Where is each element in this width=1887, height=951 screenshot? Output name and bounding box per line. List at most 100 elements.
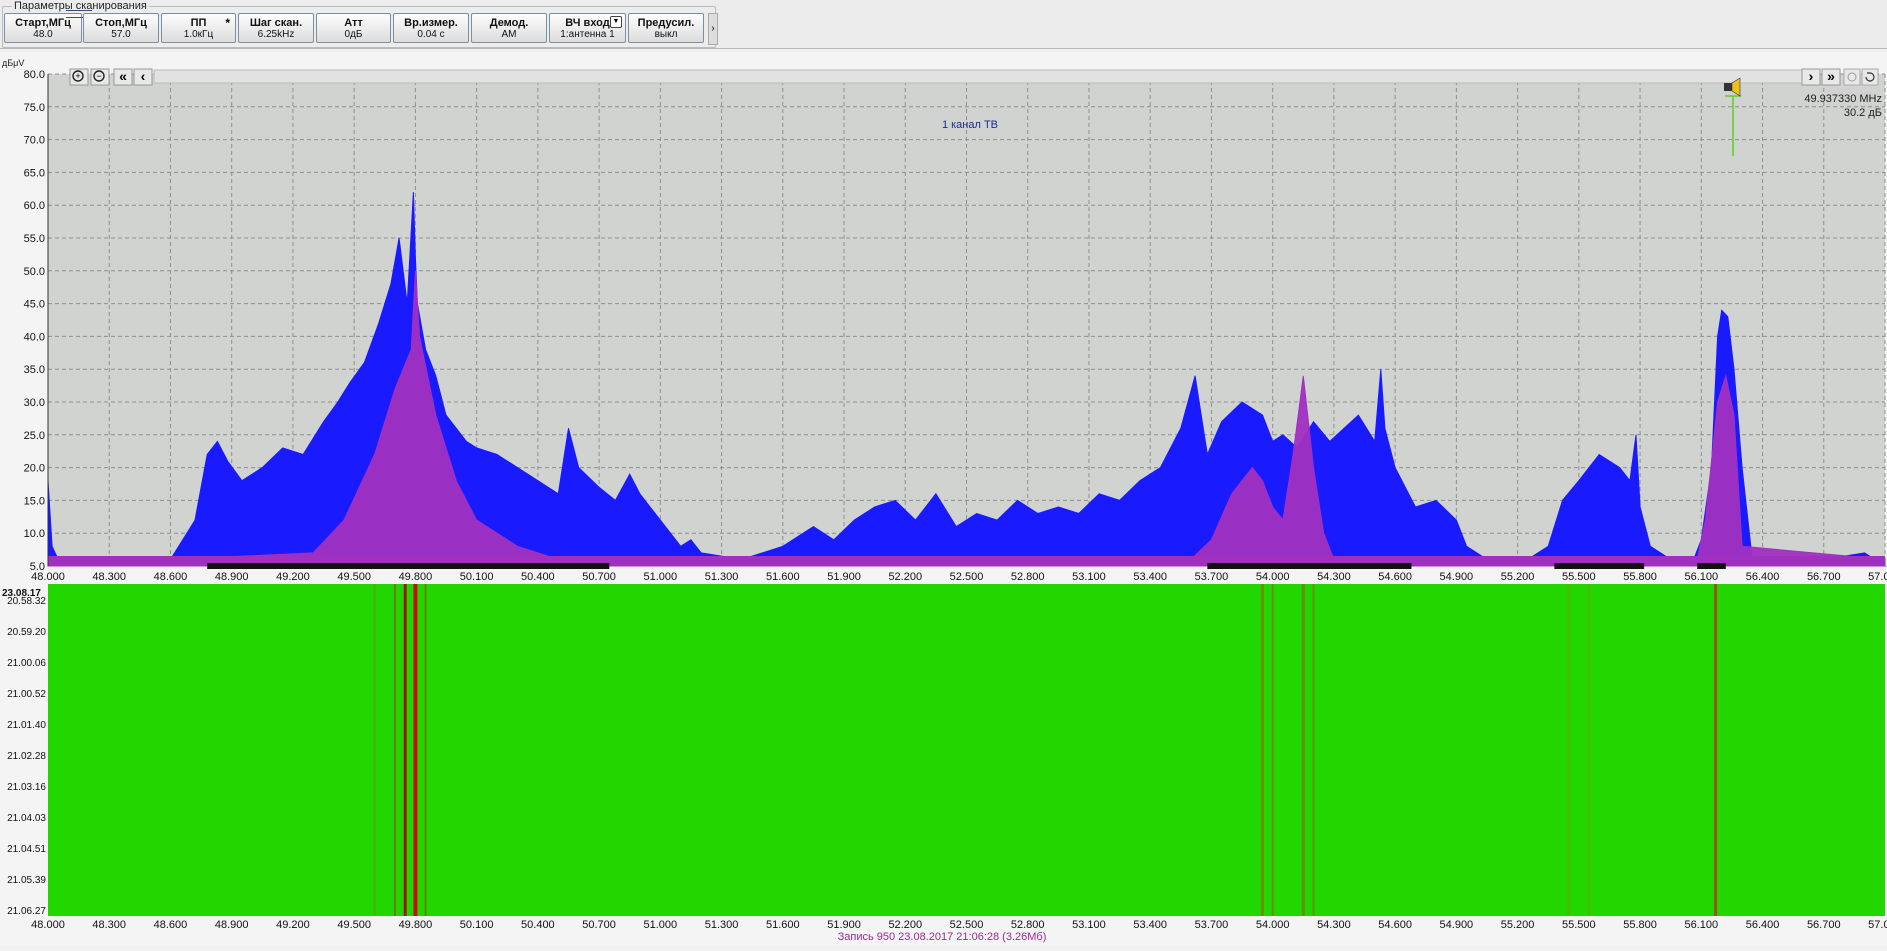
y-tick-label: 60.0 bbox=[24, 200, 45, 212]
scroll-prev-button[interactable]: ‹ bbox=[133, 68, 153, 86]
scan-step-label: Шаг скан. bbox=[249, 17, 303, 29]
waterfall-signal-streak bbox=[424, 584, 427, 916]
demodulation-button[interactable]: Демод. AM bbox=[471, 13, 547, 43]
waterfall-x-tick-label: 53.100 bbox=[1072, 919, 1106, 931]
time-label: 20.59.20 bbox=[7, 627, 46, 638]
waterfall-x-tick-label: 48.000 bbox=[31, 919, 65, 931]
rf-input-dropdown[interactable]: ▼ ВЧ вход 1:антенна 1 bbox=[549, 13, 626, 43]
waterfall-x-tick-label: 51.600 bbox=[766, 919, 800, 931]
time-label: 21.00.06 bbox=[7, 658, 46, 669]
waterfall-x-axis: 48.000 48.300 48.600 48.900 49.200 49.500 49.8… bbox=[31, 919, 1887, 931]
waterfall-chart[interactable]: 20.58.3220.59.2021.00.0621.00.5221.01.40… bbox=[0, 582, 1887, 946]
spectrum-scrollbar[interactable] bbox=[153, 69, 1803, 84]
attenuator-value: 0дБ bbox=[344, 29, 363, 40]
x-tick-label: 51.000 bbox=[644, 571, 678, 582]
waterfall-x-tick-label: 50.700 bbox=[582, 919, 616, 931]
x-tick-label: 55.200 bbox=[1501, 571, 1535, 582]
band-annotation: 1 канал ТВ bbox=[942, 119, 998, 131]
x-tick-label: 49.800 bbox=[399, 571, 433, 582]
y-tick-label: 10.0 bbox=[24, 528, 45, 540]
waterfall-x-tick-label: 55.800 bbox=[1623, 919, 1657, 931]
attenuator-button[interactable]: Атт 0дБ bbox=[316, 13, 391, 43]
waterfall-x-tick-label: 54.000 bbox=[1256, 919, 1290, 931]
waterfall-x-tick-label: 54.300 bbox=[1317, 919, 1351, 931]
x-tick-label: 55.500 bbox=[1562, 571, 1596, 582]
waterfall-signal-streak bbox=[1312, 584, 1315, 916]
measure-time-value: 0.04 с bbox=[417, 29, 445, 40]
y-tick-label: 80.0 bbox=[24, 69, 45, 81]
stop-freq-value: 57.0 bbox=[111, 29, 131, 40]
restore-view-button[interactable] bbox=[1861, 68, 1879, 86]
reset-view-button[interactable] bbox=[1843, 68, 1861, 86]
bandwidth-value: 1.0кГц bbox=[183, 29, 214, 40]
x-tick-label: 49.500 bbox=[337, 571, 371, 582]
demodulation-value: AM bbox=[501, 29, 517, 40]
waterfall-x-tick-label: 53.400 bbox=[1133, 919, 1167, 931]
y-tick-label: 35.0 bbox=[24, 364, 45, 376]
waterfall-x-tick-label: 54.600 bbox=[1378, 919, 1412, 931]
x-tick-label: 50.400 bbox=[521, 571, 555, 582]
waterfall-x-tick-label: 48.300 bbox=[92, 919, 126, 931]
start-freq-label: Старт,МГц bbox=[15, 17, 71, 29]
y-tick-label: 20.0 bbox=[24, 463, 45, 475]
waterfall-x-tick-label: 53.700 bbox=[1195, 919, 1229, 931]
x-tick-label: 52.500 bbox=[950, 571, 984, 582]
waterfall-image[interactable] bbox=[48, 584, 1885, 916]
zoom-in-button[interactable]: + bbox=[69, 68, 89, 86]
modified-marker: * bbox=[225, 16, 230, 30]
time-label: 21.06.27 bbox=[7, 906, 46, 917]
time-label: 21.00.52 bbox=[7, 689, 46, 700]
waterfall-signal-streak bbox=[1567, 584, 1571, 916]
waterfall-x-tick-label: 56.100 bbox=[1684, 919, 1718, 931]
waterfall-x-tick-label: 55.200 bbox=[1501, 919, 1535, 931]
waterfall-signal-streak bbox=[1301, 584, 1305, 916]
time-label: 21.04.03 bbox=[7, 813, 46, 824]
spectrum-y-axis: 80.0 75.0 70.0 65.0 60.0 55.0 50.0 45.0 40.0 35.0… bbox=[24, 69, 49, 573]
scroll-last-button[interactable]: » bbox=[1821, 68, 1841, 86]
waterfall-time-axis: 20.58.3220.59.2021.00.0621.00.5221.01.40… bbox=[7, 596, 46, 917]
preamp-button[interactable]: Предусил. выкл bbox=[628, 13, 704, 43]
x-tick-label: 51.300 bbox=[705, 571, 739, 582]
waterfall-date: 23.08.17 bbox=[2, 588, 41, 599]
y-tick-label: 45.0 bbox=[24, 299, 45, 311]
waterfall-x-tick-label: 52.800 bbox=[1011, 919, 1045, 931]
bandwidth-button[interactable]: * ПП 1.0кГц bbox=[161, 13, 236, 43]
occupied-band-mark bbox=[1207, 563, 1412, 569]
scan-step-button[interactable]: Шаг скан. 6.25kHz bbox=[238, 13, 314, 43]
x-tick-label: 56.100 bbox=[1684, 571, 1718, 582]
y-tick-label: 15.0 bbox=[24, 495, 45, 507]
measure-time-button[interactable]: Вр.измер. 0.04 с bbox=[393, 13, 469, 43]
waterfall-signal-streak bbox=[413, 584, 418, 916]
preamp-value: выкл bbox=[654, 29, 678, 40]
scroll-first-button[interactable]: « bbox=[113, 68, 133, 86]
dropdown-arrow-icon[interactable]: ▼ bbox=[610, 16, 622, 28]
time-label: 21.05.39 bbox=[7, 875, 46, 886]
time-label: 21.04.51 bbox=[7, 844, 46, 855]
spectrum-x-axis: 48.000 48.300 48.600 48.900 49.200 49.500 49.8… bbox=[31, 571, 1887, 583]
spectrum-panel: 80.0 75.0 70.0 65.0 60.0 55.0 50.0 45.0 40.0 35.0… bbox=[0, 52, 1887, 583]
x-tick-label: 51.900 bbox=[827, 571, 861, 582]
toolbar-scroll-right[interactable]: › bbox=[708, 13, 718, 45]
waterfall-x-tick-label: 48.600 bbox=[154, 919, 188, 931]
spectrum-chart[interactable]: 80.0 75.0 70.0 65.0 60.0 55.0 50.0 45.0 40.0 35.0… bbox=[0, 52, 1887, 583]
attenuator-label: Атт bbox=[344, 17, 363, 29]
waterfall-signal-streak bbox=[403, 584, 407, 916]
x-tick-label: 50.100 bbox=[460, 571, 494, 582]
stop-freq-button[interactable]: Стоп,МГц 57.0 bbox=[83, 13, 159, 43]
waterfall-signal-streak bbox=[1271, 584, 1274, 916]
waterfall-signal-streak bbox=[1587, 584, 1591, 916]
scroll-next-button[interactable]: › bbox=[1801, 68, 1821, 86]
occupied-band-mark bbox=[207, 563, 610, 569]
y-tick-label: 75.0 bbox=[24, 102, 45, 114]
y-tick-label: 70.0 bbox=[24, 135, 45, 147]
x-tick-label: 54.900 bbox=[1440, 571, 1474, 582]
y-tick-label: 50.0 bbox=[24, 266, 45, 278]
zoom-out-button[interactable]: − bbox=[90, 68, 110, 86]
x-tick-label: 53.700 bbox=[1195, 571, 1229, 582]
waterfall-signal-streak bbox=[393, 584, 396, 916]
x-tick-label: 54.300 bbox=[1317, 571, 1351, 582]
time-label: 21.01.40 bbox=[7, 720, 46, 731]
waterfall-x-tick-label: 56.700 bbox=[1807, 919, 1841, 931]
waterfall-signal-streak bbox=[373, 584, 376, 916]
marker-frequency: 49.937330 MHz bbox=[1804, 93, 1882, 105]
